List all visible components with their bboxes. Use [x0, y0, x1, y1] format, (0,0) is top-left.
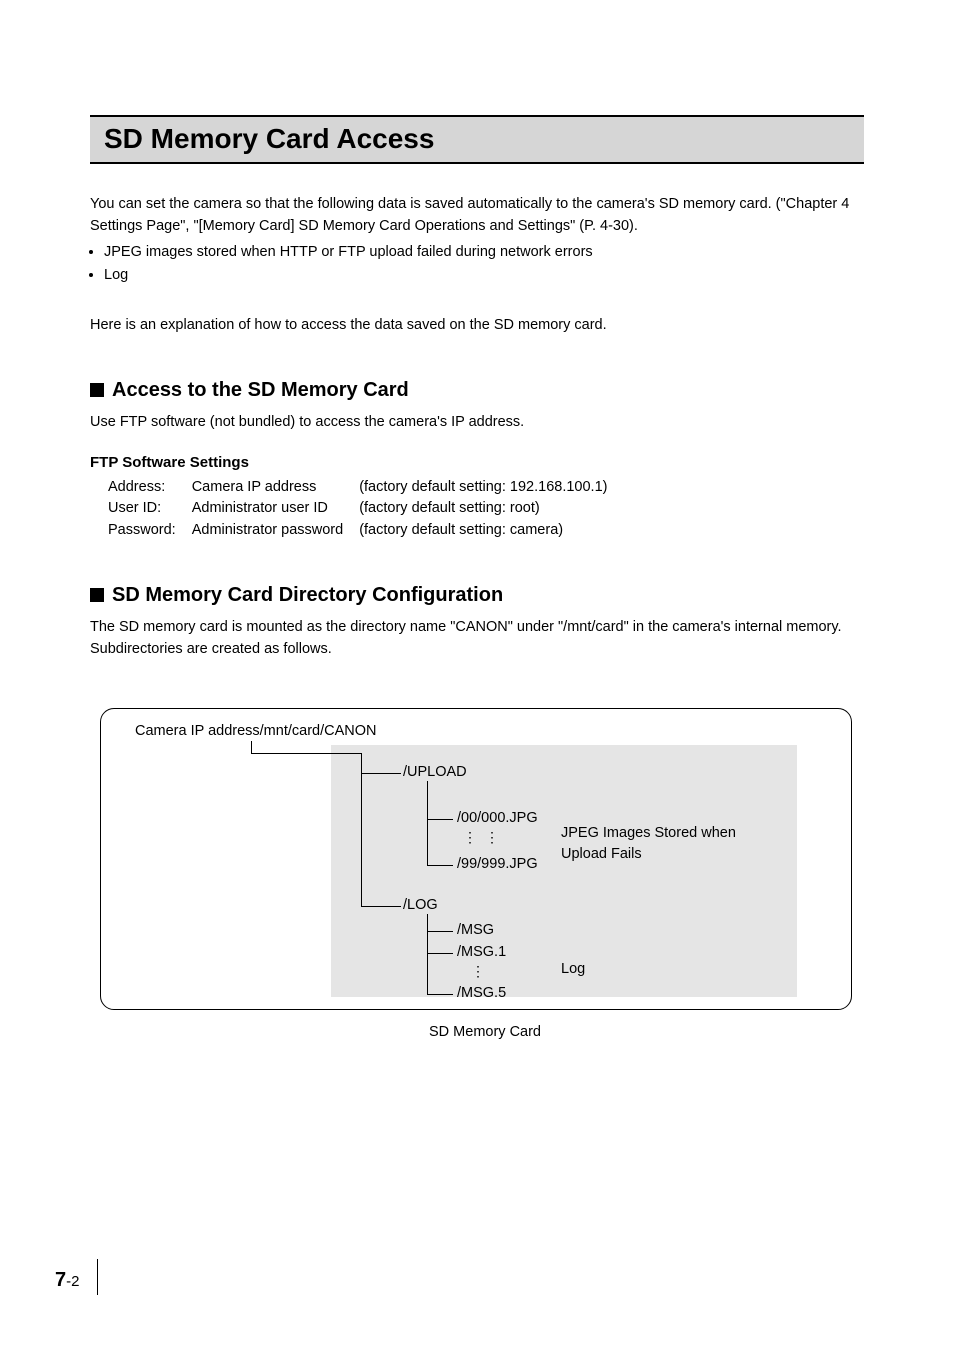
directory-diagram: Camera IP address/mnt/card/CANON /UPLOAD…	[100, 708, 852, 1010]
vertical-ellipsis-icon: ⋮	[463, 829, 477, 846]
vertical-ellipsis-icon: ⋮	[471, 963, 485, 980]
vertical-ellipsis-icon: ⋮	[485, 829, 499, 846]
intro-bullet: Log	[104, 265, 864, 287]
ftp-note: (factory default setting: root)	[359, 498, 623, 520]
access-paragraph: Use FTP software (not bundled) to access…	[90, 412, 864, 434]
intro-bullet-list: JPEG images stored when HTTP or FTP uplo…	[90, 242, 864, 288]
diagram-log-desc: Log	[561, 961, 585, 977]
tree-line	[427, 994, 453, 995]
section-heading-access: Access to the SD Memory Card	[90, 379, 864, 402]
directory-diagram-wrap: Camera IP address/mnt/card/CANON /UPLOAD…	[90, 708, 864, 1040]
page-title-bar: SD Memory Card Access	[90, 115, 864, 164]
diagram-upload-first: /00/000.JPG	[457, 810, 538, 826]
diagram-gray-box	[331, 745, 797, 997]
ftp-note: (factory default setting: camera)	[359, 520, 623, 542]
tree-line	[251, 753, 361, 754]
page-number-rule	[97, 1259, 98, 1295]
tree-line	[427, 953, 453, 954]
page-number: 7-2	[55, 1269, 79, 1292]
tree-line	[361, 773, 401, 774]
ftp-label: Password:	[108, 520, 192, 542]
section-heading-text: SD Memory Card Directory Configuration	[112, 584, 503, 607]
intro-followup: Here is an explanation of how to access …	[90, 315, 864, 337]
directory-paragraph: The SD memory card is mounted as the dir…	[90, 617, 864, 661]
tree-line	[427, 819, 453, 820]
page-number-chapter: 7	[55, 1269, 66, 1291]
diagram-log-first: /MSG	[457, 922, 494, 938]
ftp-note: (factory default setting: 192.168.100.1)	[359, 477, 623, 499]
page-title: SD Memory Card Access	[104, 123, 850, 155]
tree-line	[427, 781, 428, 865]
diagram-upload-last: /99/999.JPG	[457, 856, 538, 872]
tree-line	[251, 741, 252, 753]
diagram-log-dir: /LOG	[403, 897, 438, 913]
diagram-caption: SD Memory Card	[100, 1024, 870, 1040]
ftp-label: User ID:	[108, 498, 192, 520]
tree-line	[427, 931, 453, 932]
section-heading-directory: SD Memory Card Directory Configuration	[90, 584, 864, 607]
page-number-page: -2	[66, 1273, 79, 1290]
ftp-settings-subheading: FTP Software Settings	[90, 454, 864, 471]
diagram-upload-desc: JPEG Images Stored when Upload Fails	[561, 823, 761, 864]
table-row: User ID: Administrator user ID (factory …	[108, 498, 623, 520]
tree-line	[361, 753, 362, 906]
diagram-log-second: /MSG.1	[457, 944, 506, 960]
intro-block: You can set the camera so that the follo…	[90, 194, 864, 337]
ftp-label: Address:	[108, 477, 192, 499]
diagram-log-last: /MSG.5	[457, 985, 506, 1001]
square-bullet-icon	[90, 383, 104, 397]
diagram-root-path: Camera IP address/mnt/card/CANON	[135, 723, 376, 739]
ftp-value: Camera IP address	[192, 477, 360, 499]
tree-line	[427, 865, 453, 866]
intro-bullet: JPEG images stored when HTTP or FTP uplo…	[104, 242, 864, 264]
diagram-upload-dir: /UPLOAD	[403, 764, 467, 780]
tree-line	[361, 906, 401, 907]
document-page: SD Memory Card Access You can set the ca…	[0, 0, 954, 1350]
ftp-settings-table: Address: Camera IP address (factory defa…	[108, 477, 623, 542]
table-row: Address: Camera IP address (factory defa…	[108, 477, 623, 499]
intro-paragraph: You can set the camera so that the follo…	[90, 194, 864, 238]
ftp-value: Administrator password	[192, 520, 360, 542]
ftp-value: Administrator user ID	[192, 498, 360, 520]
tree-line	[427, 914, 428, 994]
section-heading-text: Access to the SD Memory Card	[112, 379, 409, 402]
square-bullet-icon	[90, 588, 104, 602]
table-row: Password: Administrator password (factor…	[108, 520, 623, 542]
